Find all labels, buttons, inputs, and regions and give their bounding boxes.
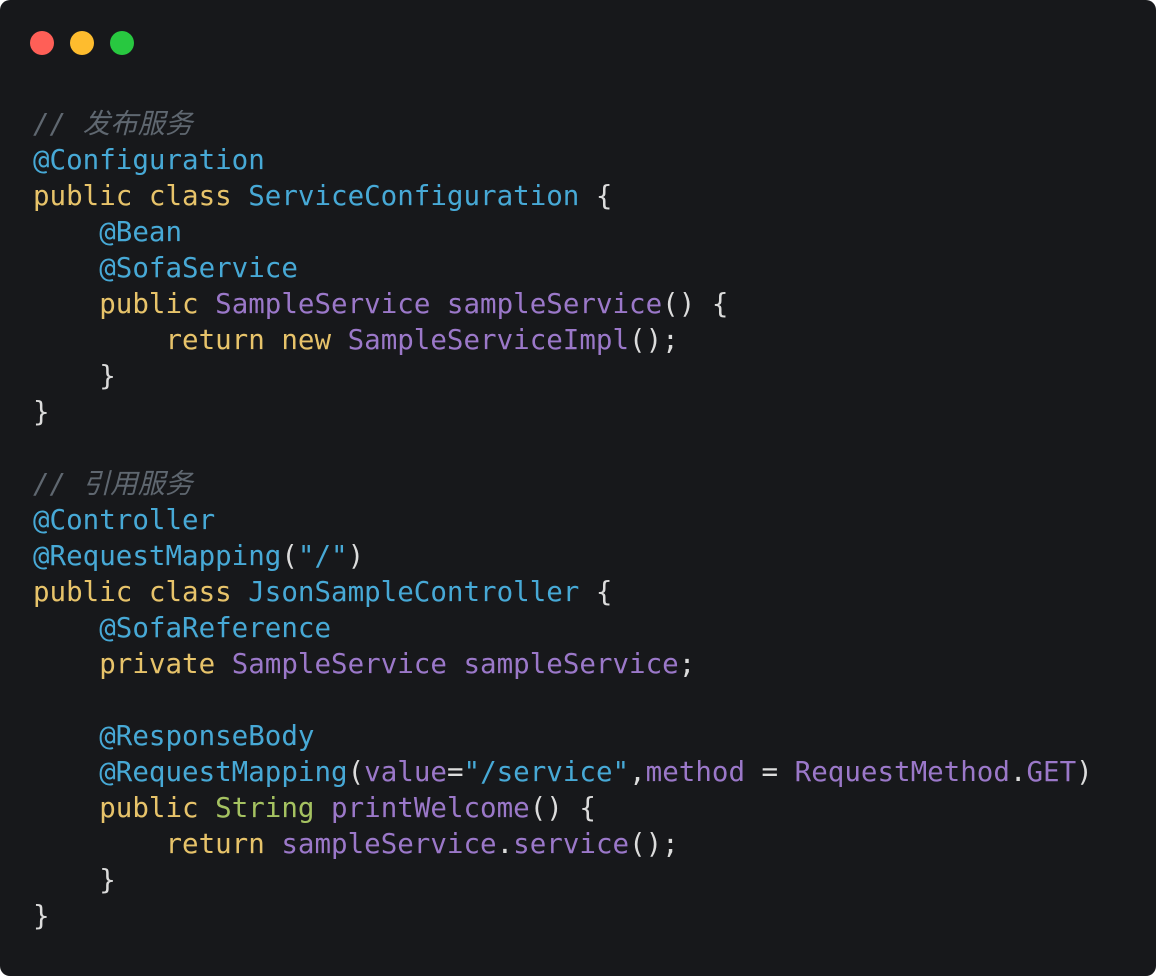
code-line: }: [33, 394, 1093, 430]
code-token-type: SampleService sampleService: [215, 288, 663, 320]
code-window: // 发布服务 @Configuration public class Servic…: [0, 0, 1156, 976]
code-token-type: SampleService sampleService: [231, 648, 679, 680]
code-line: @Configuration: [33, 142, 1093, 178]
code-token-keyword: public class: [33, 576, 249, 608]
code-line: public class JsonSampleController {: [33, 574, 1093, 610]
code-token-plain: =: [446, 756, 464, 788]
code-block: // 发布服务 @Configuration public class Servic…: [33, 106, 1093, 934]
code-token-annotation: @ResponseBody: [99, 720, 315, 752]
code-token-comment: // 发布服务: [33, 108, 193, 140]
code-token-builtin: String: [215, 792, 332, 824]
code-token-type: SampleServiceImpl: [347, 324, 630, 356]
code-token-plain: ();: [629, 828, 679, 860]
code-line: }: [33, 898, 1093, 934]
code-token-type: service: [513, 828, 630, 860]
code-token-plain: }: [33, 864, 116, 896]
code-token-param: value: [364, 756, 447, 788]
code-token-comment: // 引用服务: [33, 468, 193, 500]
code-token-plain: ): [347, 540, 365, 572]
code-line: return sampleService.service();: [33, 826, 1093, 862]
code-line: @Bean: [33, 214, 1093, 250]
code-line: // 引用服务: [33, 466, 1093, 502]
code-token-annotation: "/": [297, 540, 348, 572]
code-token-param: GET: [1026, 756, 1077, 788]
traffic-lights: [30, 31, 134, 55]
code-line: // 发布服务: [33, 106, 1093, 142]
code-token-classname: ServiceConfiguration: [248, 180, 580, 212]
code-token-plain: {: [579, 180, 613, 212]
code-token-annotation: @SofaReference: [99, 612, 332, 644]
code-line: public class ServiceConfiguration {: [33, 178, 1093, 214]
code-line: public SampleService sampleService() {: [33, 286, 1093, 322]
code-line: @SofaService: [33, 250, 1093, 286]
code-token-classname: JsonSampleController: [248, 576, 580, 608]
close-button[interactable]: [30, 31, 54, 55]
code-token-plain: ): [1076, 756, 1093, 788]
code-token-plain: (: [347, 756, 365, 788]
code-token-annotation: @Configuration: [33, 144, 265, 176]
code-token-plain: ;: [678, 648, 696, 680]
code-token-plain: () {: [529, 792, 596, 824]
code-token-annotation: @Bean: [99, 216, 183, 248]
code-line: public String printWelcome() {: [33, 790, 1093, 826]
code-line: @SofaReference: [33, 610, 1093, 646]
code-token-plain: }: [33, 360, 116, 392]
code-token-type: printWelcome: [331, 792, 530, 824]
code-token-annotation: @RequestMapping: [99, 756, 348, 788]
code-token-annotation: @Controller: [33, 504, 216, 536]
code-token-plain: ();: [629, 324, 679, 356]
code-token-annotation: "/service": [463, 756, 630, 788]
code-token-plain: {: [579, 576, 613, 608]
code-token-keyword: return: [165, 828, 282, 860]
code-token-keyword: public: [99, 288, 216, 320]
code-token-plain: .: [1009, 756, 1027, 788]
code-token-plain: }: [33, 900, 50, 932]
code-token-type: sampleService: [281, 828, 497, 860]
code-token-keyword: private: [99, 648, 232, 680]
code-line: }: [33, 358, 1093, 394]
code-line: return new SampleServiceImpl();: [33, 322, 1093, 358]
code-line: @Controller: [33, 502, 1093, 538]
code-line: @RequestMapping("/"): [33, 538, 1093, 574]
code-token-keyword: return new: [165, 324, 348, 356]
code-token-plain: .: [496, 828, 514, 860]
maximize-button[interactable]: [110, 31, 134, 55]
code-token-keyword: public: [99, 792, 216, 824]
code-line: }: [33, 862, 1093, 898]
code-token-keyword: public class: [33, 180, 249, 212]
code-token-param: method: [645, 756, 745, 788]
code-token-annotation: @SofaService: [99, 252, 298, 284]
code-line: @RequestMapping(value="/service",method …: [33, 754, 1093, 790]
code-token-annotation: @RequestMapping: [33, 540, 282, 572]
code-token-plain: ,: [629, 756, 646, 788]
code-token-plain: () {: [662, 288, 729, 320]
code-token-plain: =: [745, 756, 795, 788]
code-token-type: RequestMethod: [794, 756, 1010, 788]
code-line: private SampleService sampleService;: [33, 646, 1093, 682]
code-token-plain: }: [33, 396, 50, 428]
minimize-button[interactable]: [70, 31, 94, 55]
code-line: @ResponseBody: [33, 718, 1093, 754]
code-token-plain: (: [281, 540, 298, 572]
